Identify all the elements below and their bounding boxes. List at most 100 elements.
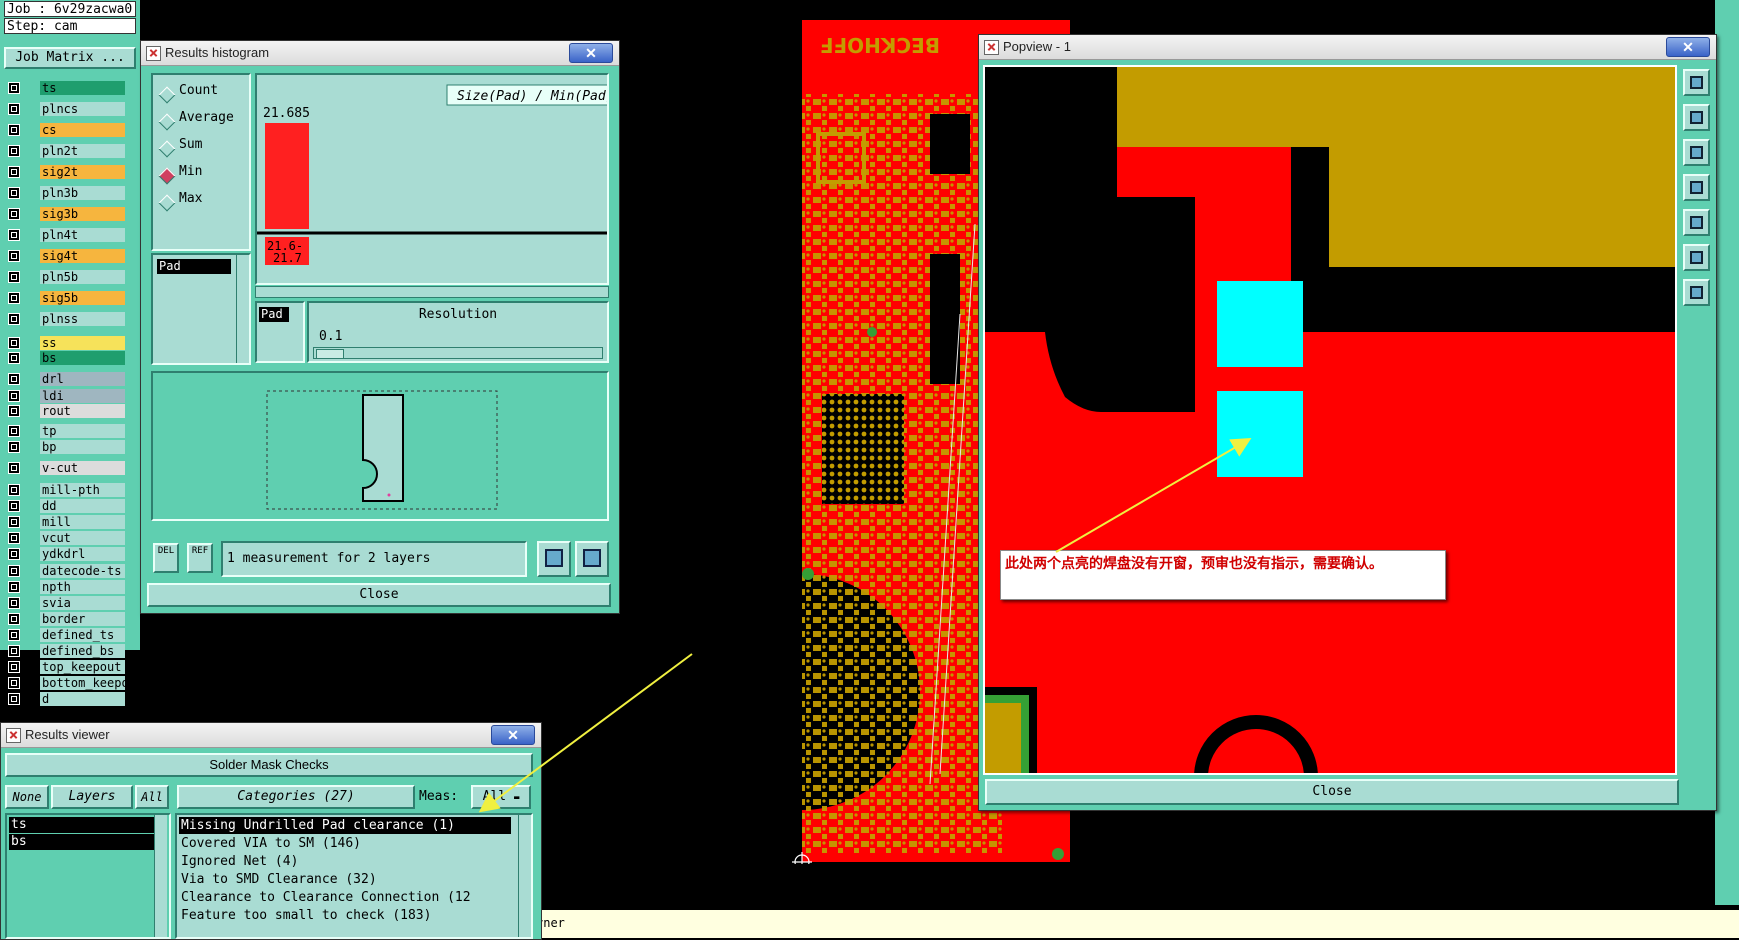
layer-row-bp[interactable]: bp [8,440,125,455]
zoom-area-icon[interactable] [1683,279,1710,306]
category-item[interactable]: Ignored Net (4) [179,853,511,870]
layer-checkbox[interactable] [8,271,20,283]
ref-button-2[interactable]: REF [187,543,213,573]
layer-checkbox[interactable] [8,441,20,453]
layer-row-ydkdrl[interactable]: ydkdrl [8,547,125,562]
layer-row-defined_ts[interactable]: defined_ts [8,628,125,643]
layer-checkbox[interactable] [8,516,20,528]
category-item[interactable]: Feature too small to check (183) [179,907,511,924]
layer-checkbox[interactable] [8,124,20,136]
layer-checkbox[interactable] [8,548,20,560]
export-report-icon[interactable] [575,541,609,577]
layer-checkbox[interactable] [8,597,20,609]
layer-row-drl[interactable]: drl [8,372,125,387]
viewer-layer-item[interactable]: bs [9,834,157,850]
layer-row-rout[interactable]: rout [8,404,125,419]
layer-row-sig3b[interactable]: sig3b [8,207,125,222]
layer-row-border[interactable]: border [8,612,125,627]
layer-row-ss[interactable]: ss [8,336,125,351]
category-item[interactable]: Missing Undrilled Pad clearance (1) [179,817,511,834]
layer-checkbox[interactable] [8,613,20,625]
viewer-layer-item[interactable]: ts [9,817,157,833]
layer-row-pln2t[interactable]: pln2t [8,144,125,159]
layer-row-dd[interactable]: dd [8,499,125,514]
check-set-header[interactable]: Solder Mask Checks [5,753,533,777]
close-icon[interactable]: ✕ [491,725,535,745]
export-chart-icon[interactable] [537,541,571,577]
layer-row-cs[interactable]: cs [8,123,125,138]
resolution-slider-thumb[interactable] [316,349,344,359]
layer-checkbox[interactable] [8,390,20,402]
layer-row-vcut[interactable]: vcut [8,531,125,546]
layer-checkbox[interactable] [8,229,20,241]
popview-close-button[interactable]: Close [985,779,1679,805]
layer-row-datecode-ts[interactable]: datecode-ts [8,564,125,579]
option-radio-average[interactable] [158,113,176,131]
layer-checkbox[interactable] [8,677,20,689]
all-layers-button[interactable]: All [135,785,169,809]
layer-row-svia[interactable]: svia [8,596,125,611]
layer-checkbox[interactable] [8,352,20,364]
layer-checkbox[interactable] [8,565,20,577]
move-right-icon[interactable] [1683,209,1710,236]
layer-checkbox[interactable] [8,103,20,115]
layer-checkbox[interactable] [8,629,20,641]
layer-row-ts[interactable]: ts [8,81,125,96]
layer-checkbox[interactable] [8,187,20,199]
layer-row-tp[interactable]: tp [8,424,125,439]
layer-row-pln4t[interactable]: pln4t [8,228,125,243]
layer-checkbox[interactable] [8,425,20,437]
zoom-home-icon[interactable] [1683,69,1710,96]
layer-row-d[interactable]: d [8,692,125,707]
layer-checkbox[interactable] [8,484,20,496]
category-item[interactable]: Covered VIA to SM (146) [179,835,511,852]
layer-row-plnss[interactable]: plnss [8,312,125,327]
categories-scrollbar[interactable] [518,815,531,937]
histogram-titlebar[interactable]: Results histogram ✕ [141,41,619,66]
layer-row-pln5b[interactable]: pln5b [8,270,125,285]
layer-checkbox[interactable] [8,532,20,544]
option-radio-min[interactable] [158,167,176,185]
option-radio-count[interactable] [158,86,176,104]
popview-titlebar[interactable]: Popview - 1 ✕ [979,35,1716,60]
move-up-icon[interactable] [1683,104,1710,131]
layer-checkbox[interactable] [8,292,20,304]
layer-row-plncs[interactable]: plncs [8,102,125,117]
layer-checkbox[interactable] [8,462,20,474]
none-button[interactable]: None [5,785,49,809]
histogram-close-button[interactable]: Close [147,583,611,607]
axis-item-pad[interactable]: Pad [259,307,289,322]
layer-list-scrollbar[interactable] [154,815,167,937]
close-icon[interactable]: ✕ [1666,37,1710,57]
layer-row-sig2t[interactable]: sig2t [8,165,125,180]
layer-row-sig4t[interactable]: sig4t [8,249,125,264]
layer-checkbox[interactable] [8,373,20,385]
layer-checkbox[interactable] [8,661,20,673]
layer-row-pln3b[interactable]: pln3b [8,186,125,201]
layer-checkbox[interactable] [8,166,20,178]
resolution-slider[interactable] [313,347,603,359]
move-down-icon[interactable] [1683,139,1710,166]
layer-checkbox[interactable] [8,581,20,593]
layer-checkbox[interactable] [8,145,20,157]
popview-canvas[interactable] [983,65,1677,775]
chart-hscrollbar[interactable] [255,286,609,298]
layer-row-top_keepout[interactable]: top_keepout [8,660,125,675]
layers-button[interactable]: Layers [51,785,133,809]
layer-row-npth[interactable]: npth [8,580,125,595]
viewer-titlebar[interactable]: Results viewer ✕ [1,723,541,748]
layer-checkbox[interactable] [8,405,20,417]
layer-row-mill[interactable]: mill [8,515,125,530]
layer-checkbox[interactable] [8,82,20,94]
categories-button[interactable]: Categories (27) [177,785,415,809]
layer-checkbox[interactable] [8,250,20,262]
category-item[interactable]: Clearance to Clearance Connection (12 [179,889,511,906]
option-radio-max[interactable] [158,194,176,212]
category-item[interactable]: Via to SMD Clearance (32) [179,871,511,888]
layer-row-sig5b[interactable]: sig5b [8,291,125,306]
move-left-icon[interactable] [1683,174,1710,201]
layer-row-bottom_keepout[interactable]: bottom_keepout [8,676,143,691]
layer-row-ldi[interactable]: ldi [8,389,125,404]
layer-row-mill-pth[interactable]: mill-pth [8,483,125,498]
layer-checkbox[interactable] [8,337,20,349]
